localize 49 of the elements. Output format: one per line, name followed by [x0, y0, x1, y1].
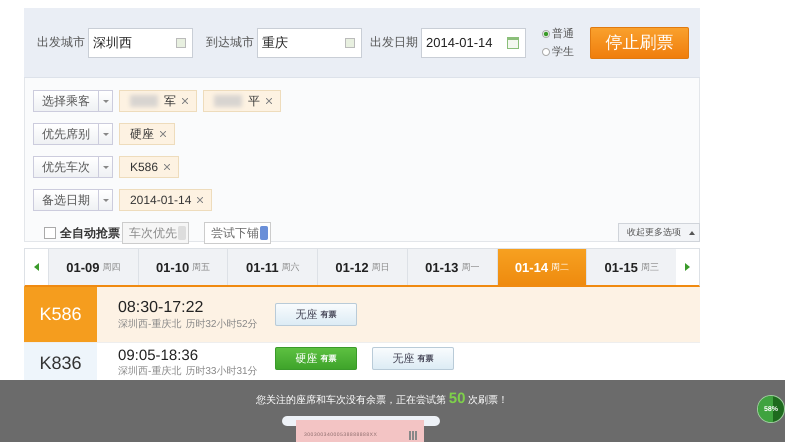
tag-chip[interactable]: K586: [119, 156, 180, 178]
close-icon[interactable]: [266, 98, 272, 104]
input-field[interactable]: 重庆: [257, 28, 362, 58]
train-number: K586: [24, 287, 97, 342]
train-times: 09:05-18:36: [118, 347, 200, 364]
route-text: 深圳西-重庆北: [118, 364, 182, 378]
checkbox[interactable]: [44, 227, 56, 239]
dropdown-button[interactable]: 备选日期: [33, 189, 113, 211]
date-tab[interactable]: 01-12 周日: [317, 249, 407, 285]
caret-icon: [102, 100, 108, 102]
tag-chip[interactable]: 军: [119, 90, 197, 112]
date-tab[interactable]: 01-10 周五: [138, 249, 228, 285]
blurred-name: [130, 95, 158, 107]
calendar-icon[interactable]: [507, 36, 519, 48]
dropdown-button[interactable]: 优先车次: [33, 156, 113, 178]
checkbox-label: 全自动抢票: [60, 224, 120, 242]
train-row[interactable]: K586 08:30-17:22 深圳西-重庆北 历时32小时52分 无座 有票: [24, 287, 700, 343]
field-label: 到达城市: [206, 34, 254, 51]
date-tab[interactable]: 01-11 周六: [227, 249, 318, 285]
date-tab[interactable]: 01-09 周四: [48, 249, 138, 285]
close-icon[interactable]: [160, 131, 166, 137]
dropdown-button[interactable]: 选择乘客: [33, 90, 113, 112]
close-icon[interactable]: [182, 98, 188, 104]
field-label: 出发城市: [37, 34, 85, 51]
close-icon[interactable]: [164, 164, 170, 170]
duration-text: 历时33小时31分: [185, 364, 258, 378]
caret-icon: [102, 166, 108, 168]
input-field[interactable]: 2014-01-14: [421, 28, 526, 58]
field-label: 出发日期: [370, 34, 418, 51]
seat-button[interactable]: 无座 有票: [275, 303, 357, 326]
radio-option[interactable]: 普通: [542, 26, 574, 41]
train-times: 08:30-17:22: [118, 298, 204, 316]
tag-chip[interactable]: 硬座: [119, 123, 175, 145]
input-field[interactable]: 深圳西: [88, 28, 193, 58]
select-field[interactable]: 尝试下铺: [204, 222, 271, 244]
tag-chip[interactable]: 2014-01-14: [119, 189, 212, 211]
notice-text: 您关注的座席和车次没有余票，正在尝试第 50 次刷票！: [256, 390, 508, 407]
caret-icon: [102, 132, 108, 136]
collapse-button[interactable]: 收起更多选项: [618, 223, 700, 242]
radio-option[interactable]: 学生: [542, 44, 574, 59]
seat-button[interactable]: 无座 有票: [372, 347, 454, 370]
caret-up-icon: [689, 230, 695, 234]
duration-text: 历时32小时52分: [185, 318, 258, 330]
blurred-name: [214, 95, 242, 107]
tag-chip[interactable]: 平: [203, 90, 281, 112]
dropdown-button[interactable]: 优先席别: [33, 123, 113, 145]
caret-icon: [102, 198, 108, 202]
close-icon[interactable]: [197, 197, 204, 203]
route-text: 深圳西-重庆北: [118, 318, 182, 330]
